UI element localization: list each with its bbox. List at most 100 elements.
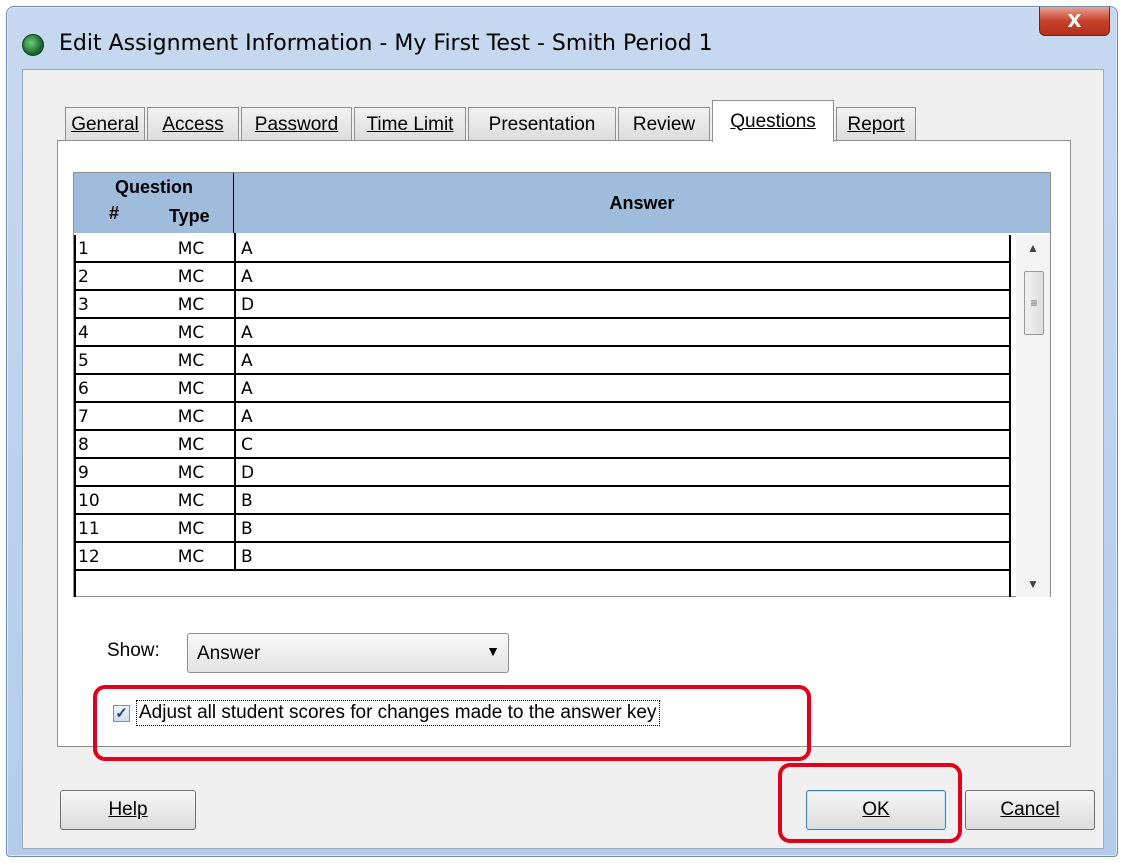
question-type-cell: MC [177, 547, 205, 567]
table-row[interactable]: 11 MC B [74, 513, 1011, 543]
column-divider [234, 485, 236, 515]
cancel-button[interactable]: Cancel [965, 790, 1095, 830]
answer-cell[interactable]: A [241, 239, 253, 259]
answer-cell[interactable]: B [241, 491, 253, 511]
number-header-label: # [109, 203, 120, 223]
table-row[interactable]: 1 MC A [74, 233, 1011, 263]
grid-rows: 1 MC A 2 MC A 3 MC D 4 MC A 5 MC A 6 MC A 7 MC A 8 MC C 9 MC D 10 MC… [74, 233, 1011, 571]
question-number-cell: 1 [78, 239, 89, 259]
grid-header: Question # Type Answer [74, 173, 1050, 233]
question-type-cell: MC [177, 295, 205, 315]
tab-access[interactable]: Access [147, 107, 239, 141]
tab-label: Presentation [488, 113, 596, 135]
highlight-box-ok-button [778, 763, 962, 843]
question-type-cell: MC [177, 239, 205, 259]
column-divider [234, 345, 236, 375]
scroll-down-arrow-icon[interactable]: ▼ [1016, 571, 1050, 597]
table-row[interactable]: 3 MC D [74, 289, 1011, 319]
tab-label: Access [162, 113, 224, 135]
scroll-thumb[interactable]: ≡ [1024, 271, 1044, 335]
question-type-cell: MC [177, 435, 205, 455]
table-row[interactable]: 12 MC B [74, 541, 1011, 571]
table-row[interactable]: 9 MC D [74, 457, 1011, 487]
table-row[interactable]: 4 MC A [74, 317, 1011, 347]
question-header-label: Question [114, 177, 193, 197]
column-divider [234, 289, 236, 319]
table-row[interactable]: 2 MC A [74, 261, 1011, 291]
tab-general[interactable]: General [65, 107, 145, 141]
tab-label: Time Limit [366, 113, 454, 135]
tab-password[interactable]: Password [241, 107, 352, 141]
tab-label: Questions [730, 110, 816, 132]
tab-questions[interactable]: Questions [712, 100, 834, 142]
question-type-cell: MC [177, 379, 205, 399]
answer-cell[interactable]: B [241, 547, 253, 567]
tab-label: Report [847, 113, 905, 135]
tab-label: Password [254, 113, 339, 135]
column-divider [234, 261, 236, 291]
scroll-up-arrow-icon[interactable]: ▲ [1016, 235, 1050, 261]
question-number-cell: 8 [78, 435, 89, 455]
answer-cell[interactable]: C [241, 435, 253, 455]
question-number-cell: 6 [78, 379, 89, 399]
help-button[interactable]: Help [60, 790, 196, 830]
column-divider [234, 233, 236, 263]
help-button-label: Help [108, 799, 148, 820]
tab-review[interactable]: Review [618, 107, 710, 141]
tab-label: General [71, 113, 139, 135]
answer-column-header[interactable]: Answer [234, 173, 1050, 233]
column-divider [234, 401, 236, 431]
window-title: Edit Assignment Information - My First T… [59, 31, 713, 56]
column-divider [234, 541, 236, 571]
question-number-cell: 4 [78, 323, 89, 343]
column-divider [234, 373, 236, 403]
show-label: Show: [107, 640, 160, 661]
cancel-button-label: Cancel [1000, 799, 1060, 820]
question-number-cell: 12 [78, 547, 100, 567]
tab-label: Review [632, 113, 696, 135]
question-number-cell: 10 [78, 491, 100, 511]
tab-report[interactable]: Report [836, 107, 916, 141]
question-type-cell: MC [177, 519, 205, 539]
question-type-cell: MC [177, 323, 205, 343]
answer-cell[interactable]: A [241, 379, 253, 399]
question-number-cell: 3 [78, 295, 89, 315]
question-type-cell: MC [177, 491, 205, 511]
question-type-cell: MC [177, 267, 205, 287]
close-button[interactable]: X [1039, 7, 1110, 36]
question-number-cell: 7 [78, 407, 89, 427]
question-column-header[interactable]: Question # Type [74, 173, 234, 233]
column-divider [234, 429, 236, 459]
answer-cell[interactable]: A [241, 267, 253, 287]
column-divider [234, 457, 236, 487]
type-header-label: Type [169, 206, 210, 226]
show-dropdown[interactable]: Answer ▼ [187, 633, 509, 673]
answer-header-label: Answer [609, 192, 675, 213]
answer-cell[interactable]: D [241, 463, 254, 483]
answer-cell[interactable]: D [241, 295, 254, 315]
question-type-cell: MC [177, 351, 205, 371]
table-row[interactable]: 6 MC A [74, 373, 1011, 403]
table-row[interactable]: 8 MC C [74, 429, 1011, 459]
app-logo-icon [22, 34, 44, 56]
question-type-cell: MC [177, 407, 205, 427]
table-row[interactable]: 5 MC A [74, 345, 1011, 375]
question-number-cell: 2 [78, 267, 89, 287]
tab-presentation[interactable]: Presentation [468, 107, 616, 141]
answer-cell[interactable]: B [241, 519, 253, 539]
table-row[interactable]: 10 MC B [74, 485, 1011, 515]
grid-scrollbar[interactable]: ▲ ≡ ▼ [1016, 235, 1050, 597]
column-divider [234, 513, 236, 543]
tab-time-limit[interactable]: Time Limit [354, 107, 466, 141]
answer-cell[interactable]: A [241, 323, 253, 343]
table-row[interactable]: 7 MC A [74, 401, 1011, 431]
dialog-window: Edit Assignment Information - My First T… [6, 6, 1118, 857]
question-number-cell: 9 [78, 463, 89, 483]
question-type-cell: MC [177, 463, 205, 483]
grip-icon: ≡ [1030, 296, 1038, 310]
title-bar[interactable]: Edit Assignment Information - My First T… [7, 7, 1117, 69]
highlight-box-adjust-option [93, 685, 811, 761]
answer-cell[interactable]: A [241, 407, 253, 427]
dialog-client-area: General Access Password Time Limit Prese… [22, 69, 1104, 849]
answer-cell[interactable]: A [241, 351, 253, 371]
